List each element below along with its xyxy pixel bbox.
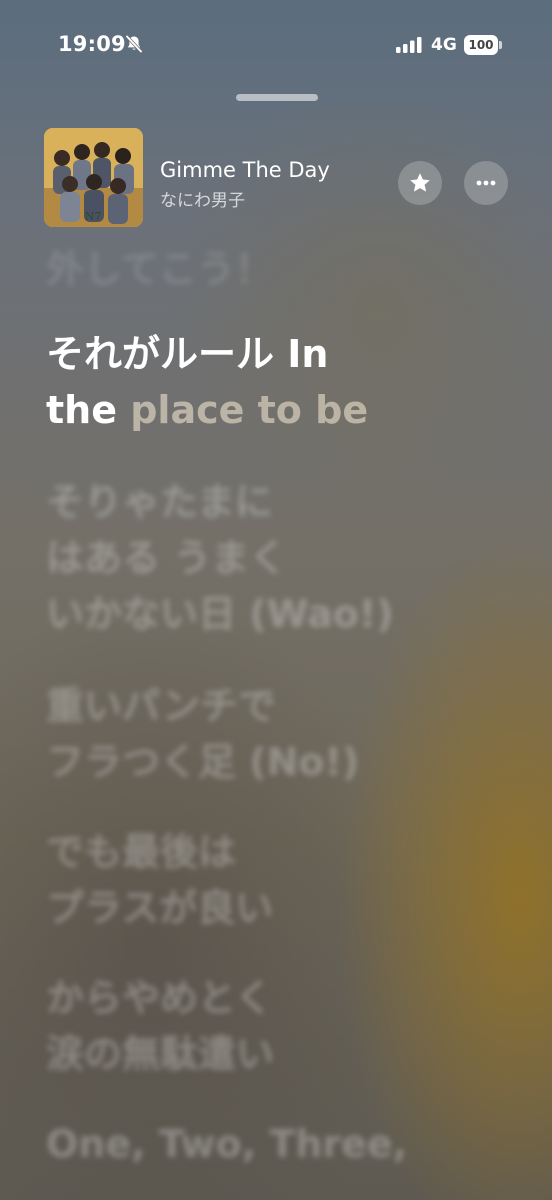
- lyric-line[interactable]: でも最後は プラスが良い: [46, 824, 273, 936]
- lyric-line-current[interactable]: それがルール In the place to be: [46, 326, 368, 438]
- lyric-line[interactable]: からやめとく 涙の無駄遣い: [46, 970, 274, 1082]
- lyric-line[interactable]: 重いパンチで フラつく足 (No!): [46, 678, 359, 790]
- lyric-line[interactable]: そりゃたまに はある うまく いかない日 (Wao!): [46, 474, 394, 642]
- lyric-line-previous[interactable]: 外してこう！: [46, 241, 273, 297]
- lyrics-view[interactable]: 外してこう！ それがルール In the place to be そりゃたまに …: [0, 0, 552, 1200]
- lyric-upcoming-part: place to be: [130, 388, 369, 432]
- lyric-line[interactable]: One, Two, Three,: [46, 1116, 407, 1172]
